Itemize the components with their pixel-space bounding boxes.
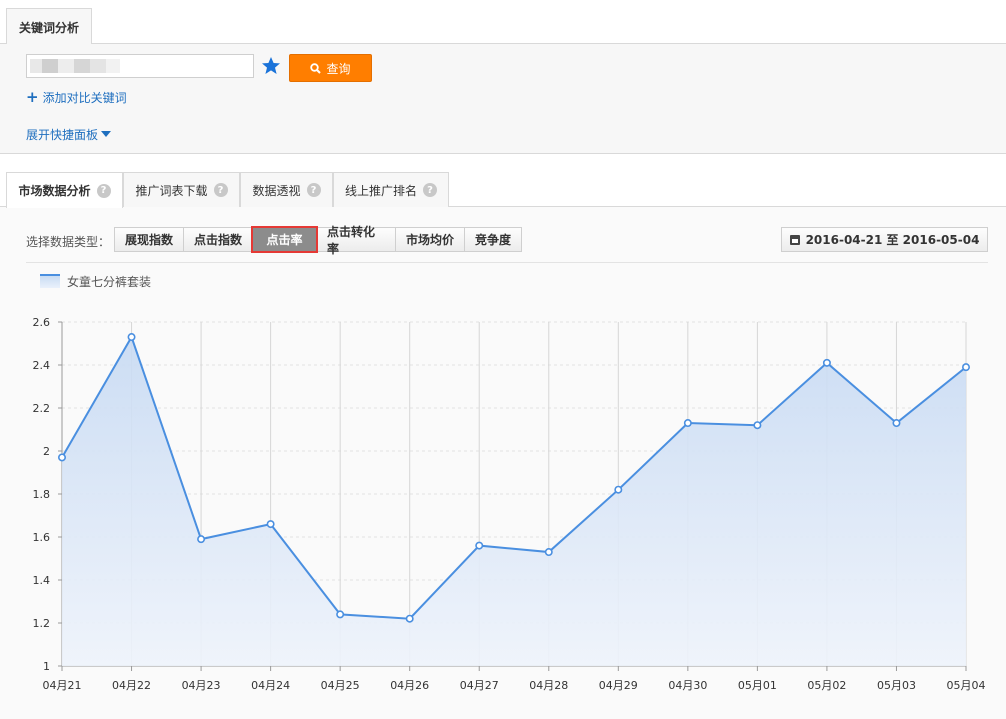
type-impression-index[interactable]: 展现指数 [114, 227, 184, 252]
type-ctr[interactable]: 点击率 [251, 226, 318, 253]
data-point [405, 614, 414, 623]
data-point [614, 485, 623, 494]
x-tick-label: 04月28 [529, 679, 568, 692]
x-tick-label: 05月04 [947, 679, 986, 692]
ctr-line-chart: 1 1.2 1.4 1.6 1.8 2 2.2 2.4 2.6 04月21 04月22 04月23 04… [33, 316, 986, 692]
date-range-button[interactable]: 2016-04-21 至 2016-05-04 [781, 227, 988, 252]
data-point [961, 363, 970, 372]
y-tick-label: 2 [43, 445, 50, 458]
type-conversion-rate[interactable]: 点击转化率 [316, 225, 396, 256]
query-button[interactable]: 查询 [289, 54, 372, 82]
x-tick-label: 04月22 [112, 679, 151, 692]
search-icon [310, 62, 322, 74]
type-click-index[interactable]: 点击指数 [183, 227, 253, 252]
x-tick-label: 04月27 [460, 679, 499, 692]
x-tick-label: 05月03 [877, 679, 916, 692]
type-competition[interactable]: 竞争度 [464, 227, 522, 252]
legend-label: 女童七分裤套装 [67, 274, 152, 289]
x-tick-label: 05月02 [807, 679, 846, 692]
date-range-label: 2016-04-21 至 2016-05-04 [805, 233, 980, 247]
x-tick-label: 04月21 [43, 679, 82, 692]
data-point [683, 419, 692, 428]
data-point [544, 548, 553, 557]
data-type-label: 选择数据类型： [26, 235, 111, 249]
help-icon[interactable]: ? [213, 183, 228, 197]
data-point [266, 520, 275, 529]
x-tick-label: 04月29 [599, 679, 638, 692]
add-compare-label: 添加对比关键词 [42, 90, 127, 105]
plus-icon: + [26, 88, 39, 106]
caret-down-icon [101, 131, 112, 137]
x-tick-label: 05月01 [738, 679, 777, 692]
tab-online-ranking[interactable]: 线上推广排名 ? [333, 172, 449, 207]
data-point [197, 535, 206, 544]
x-tick-label: 04月26 [390, 679, 429, 692]
data-point [336, 610, 345, 619]
tab-label: 推广词表下载 [135, 183, 208, 198]
tab-keyword-analysis[interactable]: 关键词分析 [6, 8, 92, 45]
expand-quick-panel-link[interactable]: 展开快捷面板 [26, 126, 112, 142]
help-icon[interactable]: ? [306, 183, 321, 197]
series-area [62, 337, 966, 666]
type-market-avg-price[interactable]: 市场均价 [395, 227, 465, 252]
y-tick-label: 2.4 [33, 359, 51, 372]
data-point [822, 358, 831, 367]
x-tick-label: 04月24 [251, 679, 290, 692]
y-tick-label: 2.6 [33, 316, 51, 329]
blurred-keyword [30, 59, 120, 73]
top-tabbar: 关键词分析 [0, 0, 1006, 45]
help-icon[interactable]: ? [423, 183, 437, 197]
tab-label: 数据透视 [252, 183, 301, 198]
tab-label: 线上推广排名 [344, 183, 417, 198]
data-point [892, 419, 901, 428]
query-label: 查询 [326, 61, 351, 76]
expand-panel-label: 展开快捷面板 [26, 127, 99, 142]
x-tick-label: 04月30 [668, 679, 707, 692]
legend-swatch [40, 274, 60, 288]
data-point [127, 333, 136, 342]
y-tick-label: 1.8 [33, 488, 51, 501]
y-tick-label: 1 [43, 660, 50, 673]
search-panel: 查询 + 添加对比关键词 展开快捷面板 [0, 44, 1006, 154]
tab-keyword-download[interactable]: 推广词表下载 ? [123, 172, 240, 207]
chart-legend[interactable]: 女童七分裤套装 [40, 273, 151, 289]
x-tick-label: 04月23 [182, 679, 221, 692]
data-point [57, 453, 66, 462]
help-icon[interactable]: ? [96, 183, 111, 198]
divider [26, 262, 988, 263]
x-tick-label: 04月25 [321, 679, 360, 692]
y-tick-label: 2.2 [33, 402, 51, 415]
tab-data-pivot[interactable]: 数据透视 ? [240, 172, 333, 207]
tab-label: 市场数据分析 [18, 184, 91, 198]
y-tick-label: 1.2 [33, 617, 51, 630]
star-icon[interactable] [261, 56, 281, 76]
add-compare-keyword-link[interactable]: + 添加对比关键词 [26, 89, 127, 105]
tab-market-data[interactable]: 市场数据分析 ? [6, 172, 123, 208]
data-point [475, 541, 484, 550]
calendar-icon [789, 234, 800, 245]
data-point [753, 421, 762, 430]
y-tick-label: 1.6 [33, 531, 51, 544]
y-tick-label: 1.4 [33, 574, 51, 587]
data-type-selector: 展现指数 点击指数 点击率 点击转化率 市场均价 竞争度 [114, 225, 522, 256]
